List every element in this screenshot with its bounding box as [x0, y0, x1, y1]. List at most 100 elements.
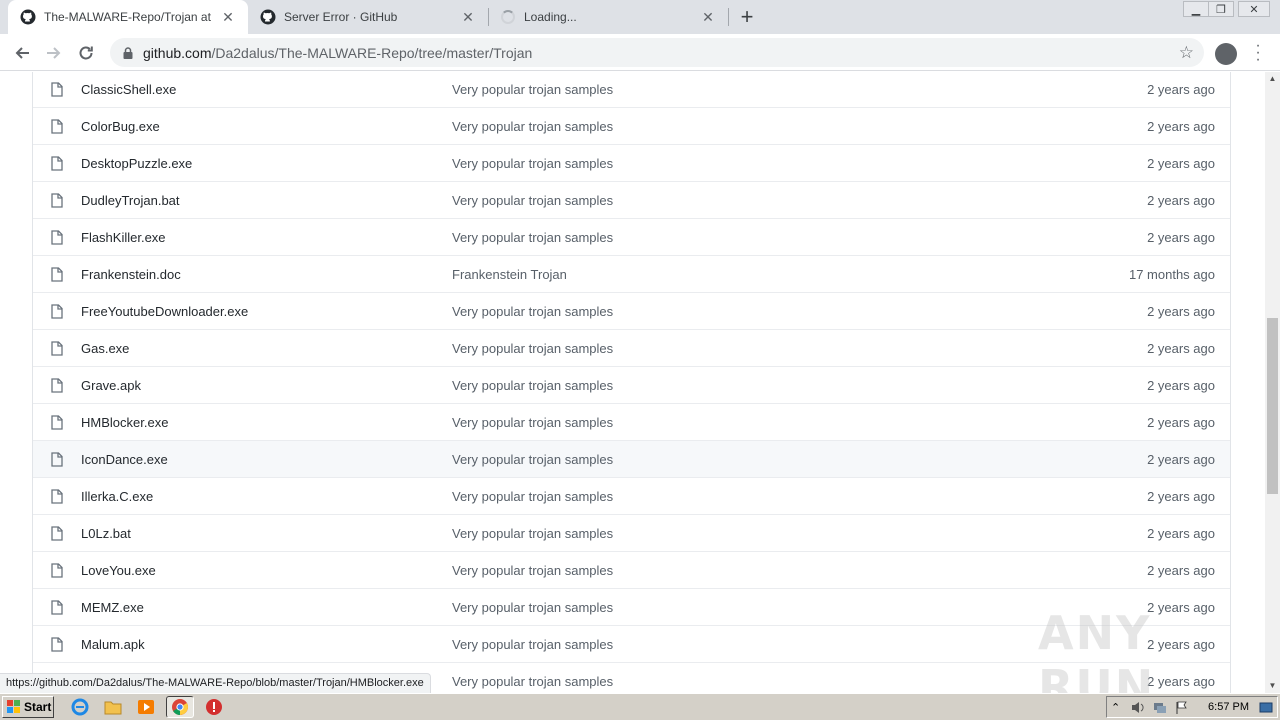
tab-loading[interactable]: Loading... ✕ [488, 0, 728, 34]
file-icon [51, 156, 63, 171]
commit-message-link[interactable]: Very popular trojan samples [452, 119, 613, 134]
commit-message-link[interactable]: Very popular trojan samples [452, 378, 613, 393]
file-name-link[interactable]: HMBlocker.exe [81, 415, 168, 430]
commit-age: 2 years ago [1147, 378, 1215, 393]
table-row[interactable]: DesktopPuzzle.exe Very popular trojan sam… [33, 144, 1230, 181]
close-tab-icon[interactable]: ✕ [460, 9, 476, 25]
browser-toolbar: github.com/Da2dalus/The-MALWARE-Repo/tre… [0, 34, 1280, 71]
address-bar[interactable]: github.com/Da2dalus/The-MALWARE-Repo/tre… [110, 38, 1204, 67]
file-icon [51, 193, 63, 208]
file-name-link[interactable]: DesktopPuzzle.exe [81, 156, 192, 171]
close-window-icon[interactable]: ✕ [1238, 1, 1270, 17]
file-icon [51, 119, 63, 134]
file-name-link[interactable]: Illerka.C.exe [81, 489, 153, 504]
ie-icon[interactable] [71, 698, 89, 716]
flag-icon[interactable] [1175, 701, 1189, 714]
table-row[interactable]: LoveYou.exe Very popular trojan samples 2 … [33, 551, 1230, 588]
minimize-icon[interactable]: ▁ [1183, 1, 1209, 17]
file-name-link[interactable]: MEMZ.exe [81, 600, 144, 615]
tab-server-error[interactable]: Server Error · GitHub ✕ [248, 0, 488, 34]
table-row[interactable]: Frankenstein.doc Frankenstein Trojan 17 mo… [33, 255, 1230, 292]
commit-message-link[interactable]: Very popular trojan samples [452, 563, 613, 578]
file-name-link[interactable]: FreeYoutubeDownloader.exe [81, 304, 248, 319]
commit-message-link[interactable]: Very popular trojan samples [452, 230, 613, 245]
commit-age: 2 years ago [1147, 489, 1215, 504]
media-player-icon[interactable] [137, 698, 155, 716]
file-name-link[interactable]: ClassicShell.exe [81, 82, 176, 97]
menu-dots-icon[interactable]: · · · [1250, 38, 1266, 68]
commit-age: 2 years ago [1147, 119, 1215, 134]
bookmark-star-icon[interactable]: ☆ [1179, 43, 1194, 63]
file-name-link[interactable]: LoveYou.exe [81, 563, 156, 578]
table-row[interactable]: ColorBug.exe Very popular trojan samples 2… [33, 107, 1230, 144]
lock-icon [123, 46, 133, 59]
file-icon [51, 526, 63, 541]
table-row[interactable]: L0Lz.bat Very popular trojan samples 2 yea… [33, 514, 1230, 551]
file-icon [51, 415, 63, 430]
start-button[interactable]: Start [2, 696, 54, 718]
close-tab-icon[interactable]: ✕ [220, 9, 236, 25]
table-row[interactable]: FreeYoutubeDownloader.exe Very popular tr… [33, 292, 1230, 329]
commit-message-link[interactable]: Very popular trojan samples [452, 526, 613, 541]
table-row[interactable]: IconDance.exe Very popular trojan samples… [33, 440, 1230, 477]
tab-malware-repo[interactable]: The-MALWARE-Repo/Trojan at master ✕ [8, 0, 248, 34]
forward-button[interactable] [40, 39, 68, 67]
commit-message-link[interactable]: Very popular trojan samples [452, 341, 613, 356]
windows-logo-icon [7, 700, 20, 713]
file-icon [51, 452, 63, 467]
chrome-taskbar-button[interactable] [166, 696, 194, 718]
commit-age: 17 months ago [1128, 267, 1215, 282]
commit-age: 2 years ago [1147, 230, 1215, 245]
restore-icon[interactable]: ❐ [1208, 1, 1234, 17]
commit-message-link[interactable]: Very popular trojan samples [452, 156, 613, 171]
file-name-link[interactable]: DudleyTrojan.bat [81, 193, 180, 208]
profile-avatar-icon[interactable] [1215, 43, 1237, 65]
table-row[interactable]: Gas.exe Very popular trojan samples 2 year… [33, 329, 1230, 366]
file-name-link[interactable]: L0Lz.bat [81, 526, 131, 541]
commit-message-link[interactable]: Very popular trojan samples [452, 600, 613, 615]
show-desktop-icon[interactable] [1259, 701, 1273, 714]
tab-title: The-MALWARE-Repo/Trojan at master [44, 10, 214, 24]
windows-taskbar: Start ⌃ 6:57 PM [0, 693, 1280, 720]
file-name-link[interactable]: Grave.apk [81, 378, 141, 393]
table-row[interactable]: Illerka.C.exe Very popular trojan samples… [33, 477, 1230, 514]
file-name-link[interactable]: Malum.apk [81, 637, 145, 652]
commit-message-link[interactable]: Very popular trojan samples [452, 304, 613, 319]
scroll-thumb[interactable] [1267, 318, 1278, 494]
volume-icon[interactable] [1131, 701, 1145, 714]
file-icon [51, 600, 63, 615]
file-icon [51, 304, 63, 319]
commit-age: 2 years ago [1147, 452, 1215, 467]
commit-message-link[interactable]: Frankenstein Trojan [452, 267, 567, 282]
stop-icon[interactable] [205, 698, 223, 716]
commit-message-link[interactable]: Very popular trojan samples [452, 82, 613, 97]
table-row[interactable]: ClassicShell.exe Very popular trojan samp… [33, 72, 1230, 107]
file-name-link[interactable]: Frankenstein.doc [81, 267, 181, 282]
scroll-up-arrow-icon[interactable]: ▲ [1265, 72, 1280, 86]
tab-strip: The-MALWARE-Repo/Trojan at master ✕ Serv… [0, 0, 1280, 34]
new-tab-button[interactable]: + [735, 4, 759, 29]
close-tab-icon[interactable]: ✕ [700, 9, 716, 25]
table-row[interactable]: FlashKiller.exe Very popular trojan sampl… [33, 218, 1230, 255]
table-row[interactable]: DudleyTrojan.bat Very popular trojan samp… [33, 181, 1230, 218]
table-row[interactable]: HMBlocker.exe Very popular trojan samples… [33, 403, 1230, 440]
commit-message-link[interactable]: Very popular trojan samples [452, 452, 613, 467]
network-icon[interactable] [1153, 701, 1167, 714]
back-button[interactable] [8, 39, 36, 67]
table-row[interactable]: Grave.apk Very popular trojan samples 2 ye… [33, 366, 1230, 403]
chevron-up-icon[interactable]: ⌃ [1111, 701, 1125, 714]
commit-message-link[interactable]: Very popular trojan samples [452, 415, 613, 430]
commit-message-link[interactable]: Very popular trojan samples [452, 489, 613, 504]
commit-message-link[interactable]: Very popular trojan samples [452, 193, 613, 208]
file-name-link[interactable]: FlashKiller.exe [81, 230, 166, 245]
url-path: /Da2dalus/The-MALWARE-Repo/tree/master/T… [211, 44, 533, 61]
file-name-link[interactable]: Gas.exe [81, 341, 129, 356]
vertical-scrollbar[interactable]: ▲ ▼ [1265, 72, 1280, 693]
tab-title: Loading... [524, 10, 577, 24]
reload-button[interactable] [72, 39, 100, 67]
file-name-link[interactable]: IconDance.exe [81, 452, 168, 467]
commit-message-link[interactable]: Very popular trojan samples [452, 674, 613, 689]
commit-message-link[interactable]: Very popular trojan samples [452, 637, 613, 652]
file-name-link[interactable]: ColorBug.exe [81, 119, 160, 134]
folder-icon[interactable] [104, 698, 122, 716]
